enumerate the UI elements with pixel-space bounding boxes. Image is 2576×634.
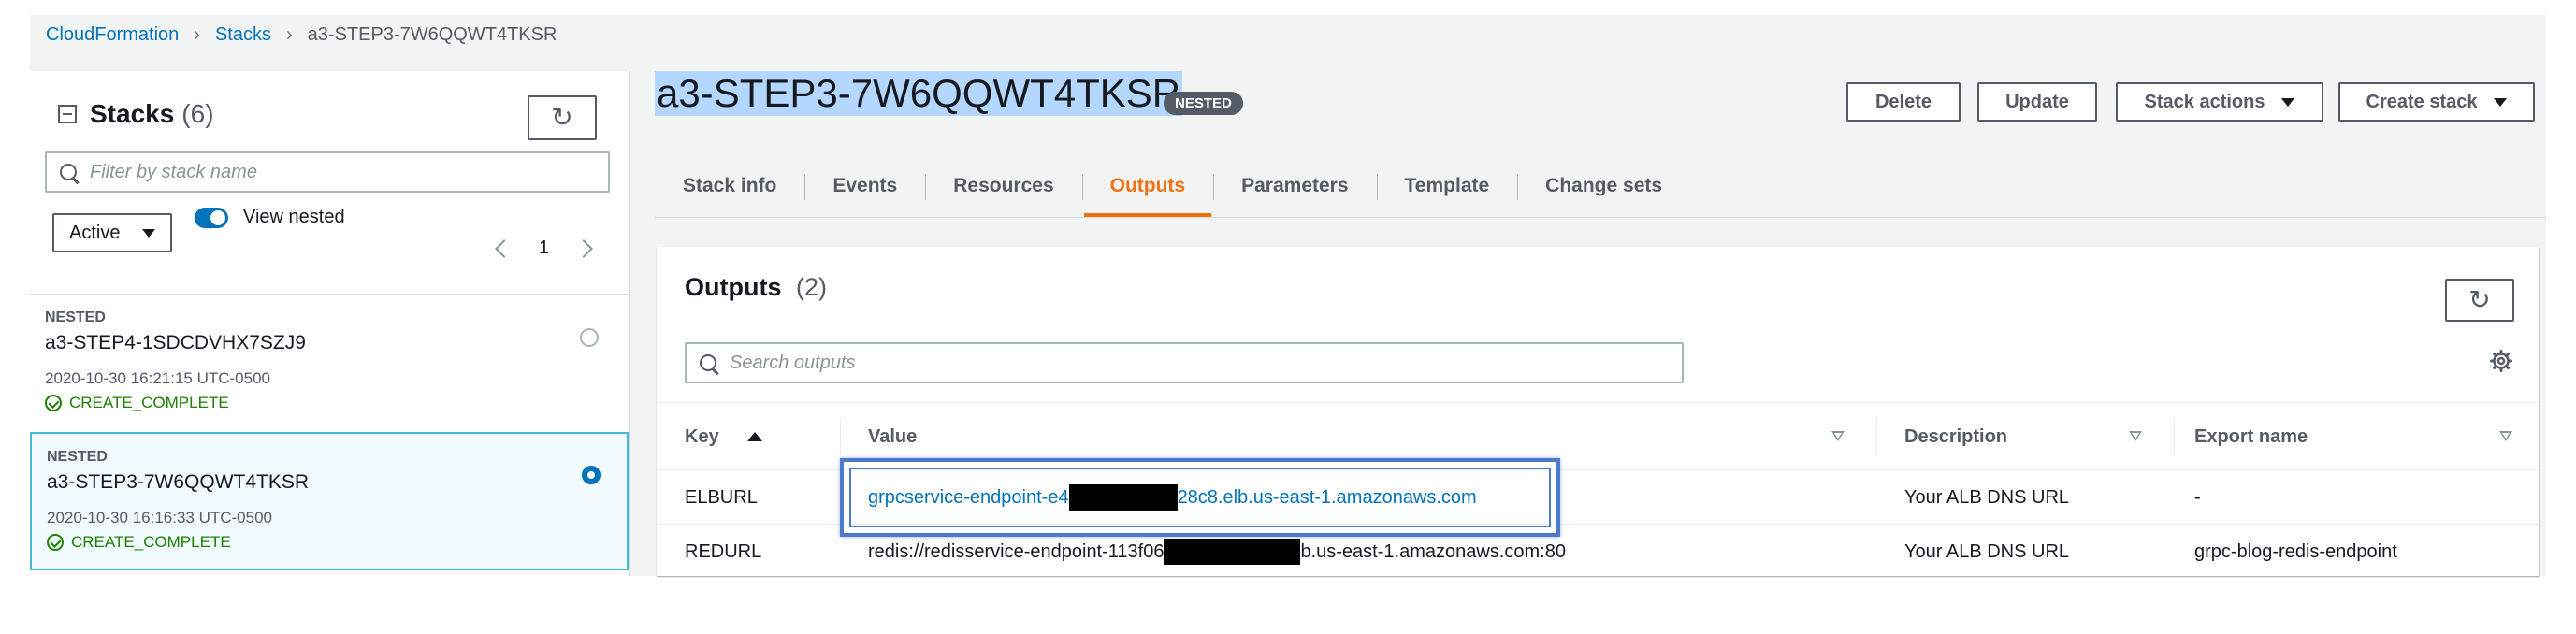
stack-status: CREATE_COMPLETE	[45, 394, 229, 412]
row-export-name: grpc-blog-redis-endpoint	[2194, 540, 2397, 562]
stack-select-radio[interactable]	[582, 466, 601, 484]
caret-down-icon	[2494, 97, 2508, 107]
value-text-suffix: b.us-east-1.amazonaws.com:80	[1300, 540, 1566, 562]
stack-list-item[interactable]: NESTED a3-STEP4-1SDCDVHX7SZJ9 2020-10-30…	[30, 294, 629, 432]
tab-stack-info[interactable]: Stack info	[655, 155, 804, 217]
nested-badge: NESTED	[1164, 92, 1243, 115]
column-value-label: Value	[868, 425, 918, 447]
delete-label: Delete	[1874, 91, 1932, 112]
chevron-right-icon: ›	[194, 23, 200, 45]
sort-ascending-icon	[746, 432, 762, 441]
column-header-description[interactable]: Description	[1904, 403, 2007, 470]
collapse-icon[interactable]	[58, 105, 77, 123]
page-number[interactable]: 1	[539, 238, 549, 259]
search-icon	[700, 354, 716, 371]
toggle-knob	[210, 210, 225, 225]
view-nested-label: View nested	[243, 207, 345, 227]
stack-filter-input[interactable]: Filter by stack name	[45, 151, 610, 193]
column-description-label: Description	[1904, 425, 2008, 447]
search-outputs-placeholder: Search outputs	[730, 352, 856, 373]
update-button[interactable]: Update	[1977, 82, 2097, 122]
view-nested-toggle[interactable]	[195, 208, 228, 228]
tab-template[interactable]: Template	[1376, 155, 1518, 217]
breadcrumb: CloudFormation › Stacks › a3-STEP3-7W6QQ…	[46, 21, 557, 49]
outputs-count: (2)	[796, 273, 827, 301]
stack-tabs: Stack info Events Resources Outputs Para…	[655, 155, 1690, 217]
value-text-prefix: redis://redisservice-endpoint-113f06	[868, 540, 1165, 562]
stack-list-item-selected[interactable]: NESTED a3-STEP3-7W6QQWT4TKSR 2020-10-30 …	[30, 432, 629, 570]
redaction-block	[1164, 539, 1301, 565]
stack-status-text: CREATE_COMPLETE	[69, 394, 229, 411]
status-filter-value: Active	[69, 222, 121, 243]
search-outputs-input[interactable]: Search outputs	[685, 342, 1684, 383]
tab-resources[interactable]: Resources	[925, 155, 1081, 217]
nested-label: NESTED	[45, 310, 106, 325]
tab-parameters[interactable]: Parameters	[1213, 155, 1376, 217]
chevron-right-icon[interactable]	[574, 238, 594, 258]
stack-select-radio[interactable]	[580, 328, 599, 347]
highlight-annotation-inner	[849, 468, 1551, 527]
stack-status: CREATE_COMPLETE	[47, 533, 231, 552]
breadcrumb-cloudformation[interactable]: CloudFormation	[46, 24, 179, 46]
create-stack-button[interactable]: Create stack	[2338, 82, 2535, 122]
outputs-title-text: Outputs	[685, 273, 782, 301]
breadcrumb-stacks[interactable]: Stacks	[215, 24, 271, 46]
column-key-label: Key	[685, 425, 719, 447]
stack-name: a3-STEP3-7W6QQWT4TKSR	[47, 471, 310, 493]
pagination: 1	[495, 238, 594, 259]
stack-name: a3-STEP4-1SDCDVHX7SZJ9	[45, 332, 306, 353]
row-key: REDURL	[685, 540, 762, 562]
row-description: Your ALB DNS URL	[1904, 486, 2070, 508]
stacks-title: Stacks	[90, 99, 175, 128]
check-circle-icon	[47, 534, 64, 551]
stack-timestamp: 2020-10-30 16:16:33 UTC-0500	[47, 509, 272, 526]
chevron-right-icon: ›	[286, 23, 293, 45]
refresh-outputs-button[interactable]: ↻	[2445, 279, 2514, 322]
stacks-panel: Stacks (6) ↻ Filter by stack name Active…	[30, 71, 630, 576]
status-filter-select[interactable]: Active	[52, 213, 172, 252]
settings-gear-icon[interactable]	[2490, 350, 2512, 372]
check-circle-icon	[45, 395, 62, 411]
stack-actions-label: Stack actions	[2144, 91, 2265, 112]
filter-icon[interactable]	[2499, 431, 2512, 441]
row-export-name: -	[2194, 486, 2201, 508]
stack-actions-button[interactable]: Stack actions	[2116, 82, 2323, 122]
stacks-count: (6)	[181, 99, 214, 128]
column-divider	[2174, 418, 2175, 455]
caret-down-icon	[142, 228, 155, 238]
stack-timestamp: 2020-10-30 16:21:15 UTC-0500	[45, 369, 270, 387]
breadcrumb-current: a3-STEP3-7W6QQWT4TKSR	[307, 23, 557, 45]
tabs-divider	[655, 217, 2546, 218]
tab-outputs[interactable]: Outputs	[1081, 155, 1213, 217]
stack-status-text: CREATE_COMPLETE	[71, 533, 231, 551]
row-key: ELBURL	[685, 486, 758, 508]
filter-icon[interactable]	[1831, 431, 1845, 441]
tab-change-sets[interactable]: Change sets	[1517, 155, 1690, 217]
column-divider	[840, 418, 841, 455]
column-header-key[interactable]: Key	[685, 403, 762, 470]
search-icon	[60, 164, 77, 180]
column-divider	[1876, 418, 1877, 455]
page-title: a3-STEP3-7W6QQWT4TKSR	[655, 71, 1183, 116]
chevron-left-icon[interactable]	[495, 238, 514, 258]
create-stack-label: Create stack	[2366, 91, 2478, 112]
filter-icon[interactable]	[2129, 431, 2142, 441]
refresh-stacks-button[interactable]: ↻	[528, 95, 597, 140]
stacks-panel-title: Stacks (6)	[58, 99, 214, 129]
row-description: Your ALB DNS URL	[1904, 540, 2070, 562]
refresh-icon: ↻	[551, 103, 573, 132]
column-header-export-name[interactable]: Export name	[2194, 403, 2308, 470]
caret-down-icon	[2281, 97, 2295, 107]
outputs-title: Outputs (2)	[685, 273, 827, 302]
refresh-icon: ↻	[2468, 285, 2491, 314]
tab-events[interactable]: Events	[804, 155, 925, 217]
update-label: Update	[2005, 91, 2069, 112]
nested-label: NESTED	[47, 449, 108, 465]
column-export-label: Export name	[2194, 425, 2308, 447]
stack-filter-placeholder: Filter by stack name	[90, 161, 257, 182]
delete-button[interactable]: Delete	[1846, 82, 1961, 122]
